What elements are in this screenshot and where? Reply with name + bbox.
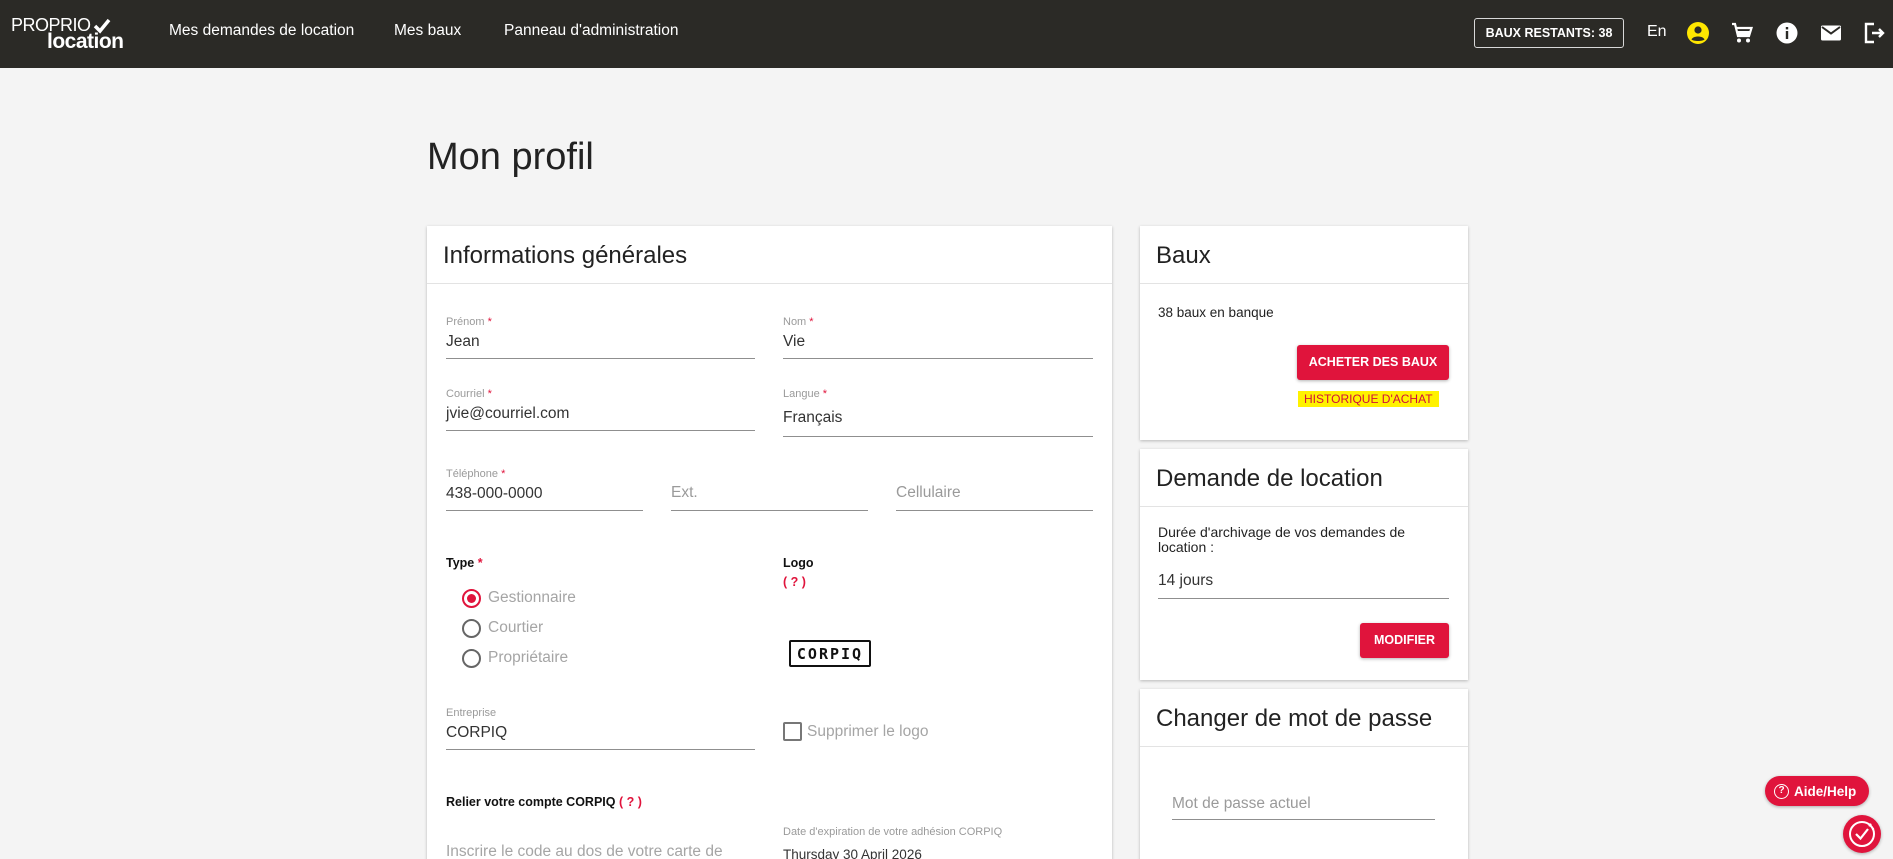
acheter-baux-button[interactable]: ACHETER DES BAUX — [1297, 345, 1449, 380]
relier-help-link[interactable]: ( ? ) — [619, 795, 642, 809]
langue-value[interactable]: Français — [783, 409, 1093, 427]
radio-label: Gestionnaire — [488, 589, 576, 606]
radio-gestionnaire[interactable]: Gestionnaire — [462, 587, 576, 609]
info-icon[interactable] — [1775, 21, 1799, 45]
baux-count: 38 baux en banque — [1158, 305, 1274, 320]
langue-label: Langue — [783, 388, 820, 400]
ext-field[interactable]: Ext. — [671, 484, 868, 512]
question-icon: ? — [1774, 783, 1789, 799]
entreprise-field[interactable]: Entreprise CORPIQ — [446, 707, 755, 751]
top-navigation-bar: PROPRIO location Mes demandes de locatio… — [0, 0, 1893, 68]
demande-location-title: Demande de location — [1140, 449, 1468, 507]
general-info-title: Informations générales — [427, 226, 1112, 284]
account-circle-icon[interactable] — [1686, 21, 1710, 45]
current-password-placeholder: Mot de passe actuel — [1172, 795, 1311, 812]
language-toggle[interactable]: En — [1647, 23, 1667, 41]
courriel-field[interactable]: Courriel * jvie@courriel.com — [446, 388, 755, 432]
brand-line-2: location — [47, 30, 124, 53]
nav-link-baux[interactable]: Mes baux — [394, 22, 461, 40]
expiration-value: Thursday 30 April 2026 — [783, 847, 922, 859]
radio-button-checked[interactable] — [462, 588, 481, 608]
brand-logo[interactable]: PROPRIO location — [11, 15, 131, 53]
langue-select[interactable]: Langue * Français — [783, 388, 1093, 438]
radio-label: Courtier — [488, 619, 544, 636]
page-title: Mon profil — [427, 136, 594, 178]
radio-label: Propriétaire — [488, 649, 569, 666]
cart-icon[interactable] — [1730, 21, 1754, 45]
nom-label: Nom — [783, 316, 807, 328]
radio-courtier[interactable]: Courtier — [462, 617, 543, 639]
cellulaire-placeholder: Cellulaire — [896, 484, 961, 501]
supprimer-logo-checkbox[interactable] — [783, 722, 802, 741]
current-password-input[interactable]: Mot de passe actuel — [1172, 795, 1435, 821]
mail-icon[interactable] — [1819, 21, 1843, 45]
prenom-value[interactable]: Jean — [446, 333, 755, 351]
radio-proprietaire[interactable]: Propriétaire — [462, 647, 568, 669]
entreprise-label: Entreprise — [446, 707, 497, 719]
logo-label: Logo — [783, 556, 814, 570]
type-label: Type * — [446, 556, 483, 570]
entreprise-value[interactable]: CORPIQ — [446, 724, 755, 742]
radio-button[interactable] — [462, 618, 481, 638]
historique-achat-link[interactable]: HISTORIQUE D'ACHAT — [1298, 391, 1439, 407]
prenom-field[interactable]: Prénom * Jean — [446, 316, 755, 360]
modifier-button[interactable]: MODIFIER — [1360, 623, 1449, 658]
baux-title: Baux — [1140, 226, 1468, 284]
courriel-label: Courriel — [446, 388, 485, 400]
courriel-value[interactable]: jvie@courriel.com — [446, 405, 755, 423]
help-button[interactable]: ? Aide/Help — [1765, 776, 1869, 806]
ext-placeholder: Ext. — [671, 484, 698, 501]
password-card: Changer de mot de passe — [1140, 689, 1468, 859]
supprimer-logo-label: Supprimer le logo — [807, 723, 929, 740]
radio-button[interactable] — [462, 648, 481, 668]
cellulaire-field[interactable]: Cellulaire — [896, 484, 1093, 512]
baux-restants-button[interactable]: BAUX RESTANTS: 38 — [1474, 18, 1624, 48]
archive-duration-label: Durée d'archivage de vos demandes de loc… — [1158, 524, 1406, 555]
cookie-icon — [1849, 821, 1875, 847]
prenom-label: Prénom — [446, 316, 485, 328]
baux-card: Baux — [1140, 226, 1468, 440]
nav-link-administration[interactable]: Panneau d'administration — [504, 22, 678, 40]
expiration-field: Date d'expiration de votre adhésion CORP… — [783, 826, 1093, 859]
company-logo-image: CORPIQ — [789, 640, 871, 667]
nav-link-demandes[interactable]: Mes demandes de location — [169, 22, 354, 40]
logo-help-link[interactable]: ( ? ) — [783, 575, 806, 589]
archive-duration-value[interactable]: 14 jours — [1158, 572, 1449, 590]
archive-duration-select[interactable]: 14 jours — [1158, 570, 1449, 600]
password-title: Changer de mot de passe — [1140, 689, 1468, 747]
code-input[interactable]: Inscrire le code au dos de votre carte d… — [446, 843, 723, 859]
checkmark-icon — [93, 18, 111, 34]
expiration-label: Date d'expiration de votre adhésion CORP… — [783, 826, 1003, 838]
logout-icon[interactable] — [1862, 21, 1886, 45]
telephone-label: Téléphone — [446, 468, 498, 480]
nom-field[interactable]: Nom * Vie — [783, 316, 1093, 360]
relier-label: Relier votre compte CORPIQ ( ? ) — [446, 795, 642, 809]
telephone-value[interactable]: 438-000-0000 — [446, 485, 643, 503]
nom-value[interactable]: Vie — [783, 333, 1093, 351]
help-button-label: Aide/Help — [1794, 783, 1857, 799]
telephone-field[interactable]: Téléphone * 438-000-0000 — [446, 468, 643, 512]
cookie-settings-button[interactable] — [1843, 815, 1881, 853]
